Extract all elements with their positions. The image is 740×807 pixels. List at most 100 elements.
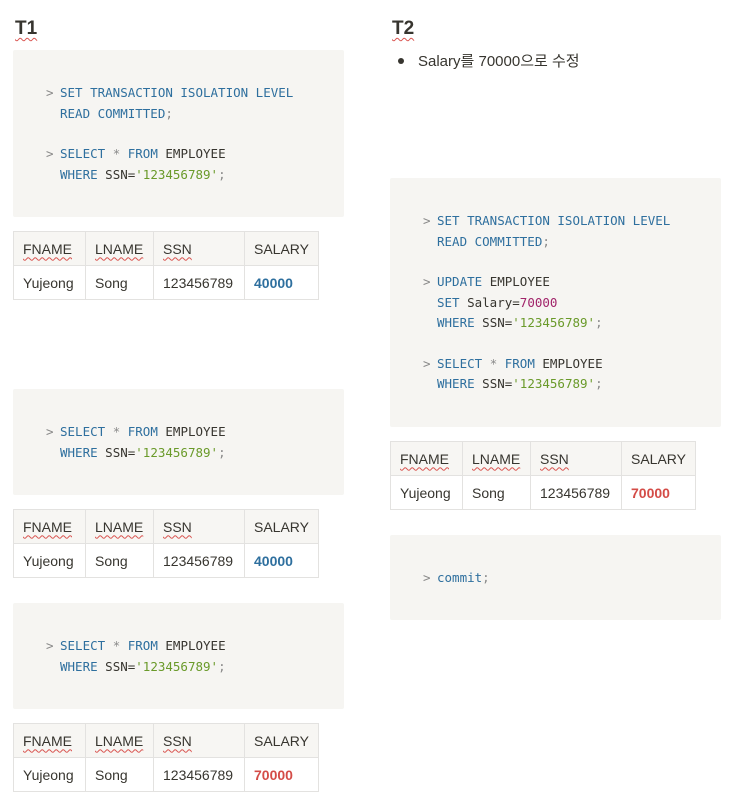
t2-code-block-2[interactable]: commit;: [390, 535, 721, 620]
code-line: READ COMMITTED;: [437, 233, 550, 249]
code-line: READ COMMITTED;: [60, 105, 173, 121]
code-line: SET TRANSACTION ISOLATION LEVEL: [46, 83, 344, 104]
column-header-ssn: SSN: [153, 723, 245, 758]
code-line: WHERE SSN='123456789';: [437, 376, 603, 391]
cell-salary: 70000: [244, 757, 319, 792]
column-header-fname: FNAME: [13, 723, 86, 758]
bullet-dot-icon: [398, 57, 404, 64]
sql-keyword: WHERE: [437, 315, 475, 330]
table-row: Yujeong Song 123456789 40000: [13, 543, 319, 578]
cell-salary: 40000: [244, 265, 319, 300]
column-header-fname: FNAME: [390, 441, 463, 476]
column-header-lname: LNAME: [85, 723, 154, 758]
t1-result-table-3: FNAME LNAME SSN SALARY Yujeong Song 1234…: [13, 723, 319, 792]
sql-operator: *: [112, 424, 121, 439]
code-line: SELECT * FROM EMPLOYEE: [46, 422, 344, 443]
cell-ssn: 123456789: [153, 757, 245, 792]
sql-column: SSN=: [482, 376, 513, 391]
column-header-fname: FNAME: [13, 509, 86, 544]
sql-keyword: WHERE: [60, 444, 98, 460]
cell-fname: Yujeong: [13, 543, 86, 578]
table-header-row: FNAME LNAME SSN SALARY: [13, 231, 319, 266]
column-header-lname: LNAME: [85, 231, 154, 266]
t2-heading: T2: [392, 18, 415, 39]
code-line: UPDATE EMPLOYEE: [423, 272, 721, 293]
table-header-row: FNAME LNAME SSN SALARY: [13, 723, 319, 758]
sql-table-name: EMPLOYEE: [165, 424, 226, 439]
sql-keyword: SELECT: [60, 146, 106, 161]
column-header-salary: SALARY: [244, 509, 319, 544]
t1-code-block-1[interactable]: SET TRANSACTION ISOLATION LEVEL READ COM…: [13, 50, 344, 217]
sql-table-name: EMPLOYEE: [489, 274, 550, 289]
t2-bullet-text: Salary를 70000으로 수정: [418, 53, 580, 70]
table-row: Yujeong Song 123456789 70000: [390, 475, 696, 510]
sql-column: SSN=: [105, 658, 136, 674]
sql-keyword: WHERE: [60, 658, 98, 674]
sql-table-name: EMPLOYEE: [165, 638, 226, 653]
cell-ssn: 123456789: [153, 543, 245, 578]
cell-lname: Song: [462, 475, 531, 510]
t1-code-block-2[interactable]: SELECT * FROM EMPLOYEE WHERE SSN='123456…: [13, 389, 344, 495]
sql-column: Salary=: [467, 294, 520, 310]
sql-operator: *: [112, 638, 121, 653]
sql-string: '123456789': [135, 444, 219, 460]
column-header-fname: FNAME: [13, 231, 86, 266]
sql-keyword: SELECT: [60, 424, 106, 439]
column-header-salary: SALARY: [621, 441, 696, 476]
column-header-salary: SALARY: [244, 231, 319, 266]
sql-keyword: SELECT: [60, 638, 106, 653]
t2-code-block-1[interactable]: SET TRANSACTION ISOLATION LEVEL READ COM…: [390, 178, 721, 427]
sql-keyword: SET: [437, 294, 460, 310]
t1-heading: T1: [15, 18, 38, 39]
sql-keyword: FROM: [127, 638, 158, 653]
sql-keyword: commit: [437, 570, 483, 585]
code-line: WHERE SSN='123456789';: [437, 315, 603, 330]
sql-column: SSN=: [105, 166, 136, 182]
sql-keyword: WHERE: [437, 376, 475, 391]
cell-salary: 70000: [621, 475, 696, 510]
sql-operator: *: [489, 355, 498, 371]
table-row: Yujeong Song 123456789 40000: [13, 265, 319, 300]
cell-fname: Yujeong: [13, 265, 86, 300]
column-header-lname: LNAME: [85, 509, 154, 544]
cell-lname: Song: [85, 265, 154, 300]
sql-keyword: FROM: [127, 424, 158, 439]
cell-fname: Yujeong: [390, 475, 463, 510]
sql-keyword: READ COMMITTED: [60, 105, 166, 121]
t1-code-block-3[interactable]: SELECT * FROM EMPLOYEE WHERE SSN='123456…: [13, 603, 344, 709]
code-line: commit;: [423, 568, 721, 589]
column-header-salary: SALARY: [244, 723, 319, 758]
column-header-ssn: SSN: [153, 231, 245, 266]
sql-keyword: WHERE: [60, 166, 98, 182]
column-header-lname: LNAME: [462, 441, 531, 476]
cell-fname: Yujeong: [13, 757, 86, 792]
code-line: WHERE SSN='123456789';: [60, 658, 226, 674]
sql-string: '123456789': [512, 315, 596, 330]
sql-table-name: EMPLOYEE: [165, 146, 226, 161]
code-line: WHERE SSN='123456789';: [60, 444, 226, 460]
sql-string: '123456789': [512, 376, 596, 391]
table-header-row: FNAME LNAME SSN SALARY: [390, 441, 696, 476]
column-header-ssn: SSN: [530, 441, 622, 476]
code-line: SELECT * FROM EMPLOYEE: [423, 354, 721, 375]
sql-column: SSN=: [482, 315, 513, 330]
t1-result-table-1: FNAME LNAME SSN SALARY Yujeong Song 1234…: [13, 231, 319, 300]
t2-result-table: FNAME LNAME SSN SALARY Yujeong Song 1234…: [390, 441, 696, 510]
code-line: WHERE SSN='123456789';: [60, 166, 226, 182]
sql-keyword: SET TRANSACTION ISOLATION LEVEL: [60, 85, 294, 100]
sql-keyword: UPDATE: [437, 274, 483, 289]
t2-bullet-item: Salary를 70000으로 수정: [398, 50, 580, 71]
cell-lname: Song: [85, 543, 154, 578]
sql-table-name: EMPLOYEE: [542, 355, 603, 371]
sql-keyword: SELECT: [437, 355, 483, 371]
sql-keyword: READ COMMITTED: [437, 233, 543, 249]
sql-keyword: SET TRANSACTION ISOLATION LEVEL: [437, 213, 671, 228]
code-line: SET TRANSACTION ISOLATION LEVEL: [423, 211, 721, 232]
column-header-ssn: SSN: [153, 509, 245, 544]
sql-keyword: FROM: [127, 146, 158, 161]
sql-string: '123456789': [135, 166, 219, 182]
sql-number: 70000: [519, 294, 558, 310]
code-line: SELECT * FROM EMPLOYEE: [46, 144, 344, 165]
cell-ssn: 123456789: [153, 265, 245, 300]
code-line: SET Salary=70000: [423, 293, 721, 314]
